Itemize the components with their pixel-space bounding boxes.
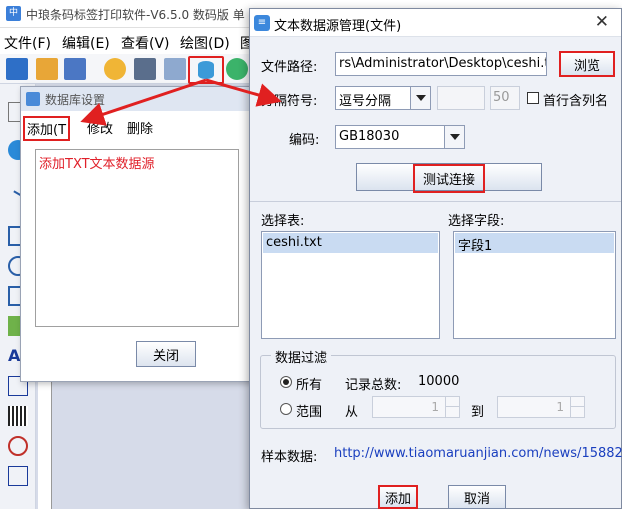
database-settings-titlebar: 数据库设置 [21, 87, 251, 111]
database-settings-button[interactable] [188, 56, 224, 84]
stepper-down-icon[interactable] [570, 407, 584, 417]
stepper-down-icon[interactable] [445, 407, 459, 417]
sample-data-label: 样本数据: [261, 450, 318, 465]
range-to-stepper[interactable]: 1 [497, 396, 585, 418]
file-path-input[interactable]: rs\Administrator\Desktop\ceshi.txt [335, 52, 547, 76]
file-path-label: 文件路径: [261, 60, 318, 75]
encoding-select-value: GB18030 [339, 129, 400, 144]
table-list-item[interactable]: ceshi.txt [263, 233, 438, 253]
database-settings-menu: 添加(T 修改 删除 [21, 116, 253, 141]
filter-range-radio[interactable] [280, 403, 292, 415]
chevron-down-icon [444, 126, 464, 148]
database-settings-title: 数据库设置 [45, 93, 106, 107]
vertical-ruler [38, 380, 52, 509]
database-settings-window: 数据库设置 添加(T 修改 删除 添加TXT文本数据源 关闭 [20, 86, 252, 382]
separator-count-input[interactable]: 50 [490, 86, 520, 110]
browse-button[interactable]: 浏览 [559, 51, 615, 77]
filter-range-label: 范围 [296, 405, 323, 420]
stepper-up-icon[interactable] [570, 397, 584, 407]
first-row-header-checkbox[interactable] [527, 92, 539, 104]
field-list-item[interactable]: 字段1 [455, 233, 614, 254]
close-button[interactable]: 关闭 [136, 341, 196, 367]
test-connection-button[interactable]: 测试连接 [356, 163, 542, 193]
main-window-title: 中琅条码标签打印软件-V6.5.0 数码版 单 [26, 8, 245, 22]
delete-datasource-menu[interactable]: 删除 [127, 118, 153, 137]
menu-edit[interactable]: 编辑(E) [62, 33, 110, 53]
text-datasource-window-icon: ≡ [254, 15, 270, 31]
datasource-list[interactable]: 添加TXT文本数据源 [35, 149, 239, 327]
test-connection-label: 测试连接 [412, 164, 485, 193]
range-to-label: 到 [471, 405, 485, 420]
grid-tool-icon[interactable] [8, 466, 28, 486]
select-table-label: 选择表: [261, 214, 305, 229]
field-list[interactable]: 字段1 [453, 231, 616, 339]
range-from-value: 1 [431, 400, 439, 414]
barcode-tool-icon[interactable] [8, 406, 28, 426]
first-row-header-label: 首行含列名 [543, 94, 609, 109]
separator-select[interactable]: 逗号分隔 [335, 86, 431, 110]
menu-file[interactable]: 文件(F) [4, 33, 51, 53]
record-total-value: 10000 [418, 374, 460, 389]
filter-all-label: 所有 [296, 378, 323, 393]
sample-data-value: http://www.tiaomaruanjian.com/news/15882… [334, 446, 622, 461]
add-txt-hint: 添加TXT文本数据源 [39, 157, 155, 172]
custom-separator-input[interactable] [437, 86, 485, 110]
cancel-button[interactable]: 取消 [448, 485, 506, 509]
add-datasource-menu[interactable]: 添加(T [23, 116, 71, 141]
separator-select-value: 逗号分隔 [339, 94, 392, 109]
menu-view[interactable]: 查看(V) [121, 33, 170, 53]
database-icon [198, 61, 214, 79]
data-filter-legend: 数据过滤 [271, 347, 332, 366]
encoding-select[interactable]: GB18030 [335, 125, 465, 149]
range-from-stepper[interactable]: 1 [372, 396, 460, 418]
separator-label: 分隔符号: [261, 94, 318, 109]
text-datasource-window: ≡ 文本数据源管理(文件) ✕ 文件路径: rs\Administrator\D… [249, 8, 622, 509]
database-add-icon[interactable] [226, 58, 248, 80]
settings-icon[interactable] [104, 58, 126, 80]
table-list[interactable]: ceshi.txt [261, 231, 440, 339]
range-from-label: 从 [345, 405, 359, 420]
select-field-label: 选择字段: [448, 214, 505, 229]
range-to-value: 1 [556, 400, 564, 414]
chevron-down-icon [410, 87, 430, 109]
open-icon[interactable] [36, 58, 58, 80]
add-button[interactable]: 添加 [378, 485, 418, 509]
new-icon[interactable] [6, 58, 28, 80]
app-logo-icon: 中 [6, 6, 21, 21]
preview-icon[interactable] [164, 58, 186, 80]
record-total-label: 记录总数: [345, 378, 402, 393]
save-icon[interactable] [64, 58, 86, 80]
modify-datasource-menu[interactable]: 修改 [87, 118, 113, 137]
text-datasource-title: 文本数据源管理(文件) [274, 19, 402, 34]
filter-all-radio[interactable] [280, 376, 292, 388]
stepper-up-icon[interactable] [445, 397, 459, 407]
menu-draw[interactable]: 绘图(D) [180, 33, 230, 53]
text-datasource-titlebar: ≡ 文本数据源管理(文件) ✕ [250, 9, 621, 37]
qrcode-tool-icon[interactable] [8, 436, 28, 456]
database-window-icon [26, 92, 40, 106]
print-icon[interactable] [134, 58, 156, 80]
divider [250, 201, 621, 202]
encoding-label: 编码: [289, 133, 320, 148]
window-close-icon[interactable]: ✕ [595, 12, 609, 32]
